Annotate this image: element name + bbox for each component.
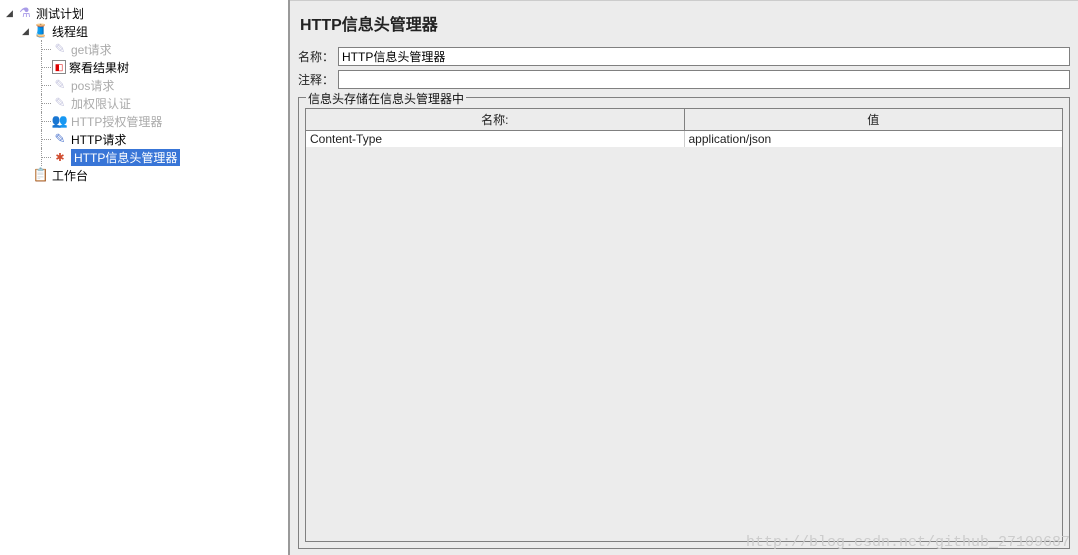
- flask-icon: ⚗: [17, 5, 33, 21]
- tree-item-view-results-tree[interactable]: ◧ 察看结果树: [0, 58, 288, 76]
- col-name[interactable]: 名称:: [306, 109, 684, 131]
- cell-name[interactable]: Content-Type: [306, 131, 684, 148]
- group-legend: 信息头存储在信息头管理器中: [306, 90, 466, 107]
- tree-label: get请求: [71, 41, 112, 58]
- name-input[interactable]: [338, 47, 1070, 66]
- thread-group-icon: 🧵: [33, 23, 49, 39]
- comment-input[interactable]: [338, 70, 1070, 89]
- headers-group: 信息头存储在信息头管理器中 名称: 值 Content-Type applica…: [298, 97, 1070, 549]
- tree-root-test-plan[interactable]: ◢ ⚗ 测试计划: [0, 4, 288, 22]
- tree-label: HTTP请求: [71, 131, 126, 148]
- tree-item-http-request[interactable]: ✎ HTTP请求: [0, 130, 288, 148]
- tree-item-auth[interactable]: ✎ 加权限认证: [0, 94, 288, 112]
- tree-label: 察看结果树: [69, 59, 129, 76]
- tree-label: HTTP授权管理器: [71, 113, 162, 130]
- tree-panel[interactable]: ◢ ⚗ 测试计划 ◢ 🧵 线程组 ✎ get请求 ◧ 察看结果树 ✎ pos请求…: [0, 0, 290, 555]
- main-panel: HTTP信息头管理器 名称： 注释： 信息头存储在信息头管理器中 名称: 值 C…: [290, 0, 1078, 555]
- tree-item-http-auth-manager[interactable]: 👥 HTTP授权管理器: [0, 112, 288, 130]
- table-row[interactable]: Content-Type application/json: [306, 131, 1062, 148]
- panel-title: HTTP信息头管理器: [290, 1, 1078, 45]
- tree-item-http-header-manager[interactable]: ✱ HTTP信息头管理器: [0, 148, 288, 166]
- header-manager-icon: ✱: [52, 149, 68, 165]
- tree-connector-icon: [36, 112, 52, 130]
- tree-label: 线程组: [52, 23, 88, 40]
- eyedropper-icon: ✎: [52, 41, 68, 57]
- collapse-toggle-icon[interactable]: ◢: [4, 8, 15, 19]
- comment-row: 注释：: [290, 68, 1078, 91]
- tree-connector-icon: [36, 40, 52, 58]
- tree-connector-icon: [36, 58, 52, 76]
- tree-connector-icon: [36, 94, 52, 112]
- tree-label: pos请求: [71, 77, 114, 94]
- tree-connector-icon: [36, 148, 52, 166]
- tree-label: 工作台: [52, 167, 88, 184]
- eyedropper-icon: ✎: [52, 77, 68, 93]
- tree-item-pos-request[interactable]: ✎ pos请求: [0, 76, 288, 94]
- tree-connector-icon: [36, 130, 52, 148]
- cell-value[interactable]: application/json: [684, 131, 1062, 148]
- tree-workbench[interactable]: 📋 工作台: [0, 166, 288, 184]
- tree-label: 加权限认证: [71, 95, 131, 112]
- col-value[interactable]: 值: [684, 109, 1062, 131]
- eyedropper-icon: ✎: [52, 95, 68, 111]
- tree-item-get-request[interactable]: ✎ get请求: [0, 40, 288, 58]
- name-label: 名称：: [298, 48, 338, 65]
- tree-thread-group[interactable]: ◢ 🧵 线程组: [0, 22, 288, 40]
- clipboard-icon: 📋: [33, 167, 49, 183]
- comment-label: 注释：: [298, 71, 338, 88]
- headers-table[interactable]: 名称: 值 Content-Type application/json: [305, 108, 1063, 542]
- eyedropper-icon: ✎: [52, 131, 68, 147]
- auth-manager-icon: 👥: [52, 113, 68, 129]
- name-row: 名称：: [290, 45, 1078, 68]
- tree-connector-icon: [36, 76, 52, 94]
- tree-label: HTTP信息头管理器: [71, 149, 180, 166]
- collapse-toggle-icon[interactable]: ◢: [20, 26, 31, 37]
- table-empty-area[interactable]: [306, 147, 1062, 541]
- results-tree-icon: ◧: [52, 60, 66, 74]
- tree-label: 测试计划: [36, 5, 84, 22]
- table-header-row: 名称: 值: [306, 109, 1062, 131]
